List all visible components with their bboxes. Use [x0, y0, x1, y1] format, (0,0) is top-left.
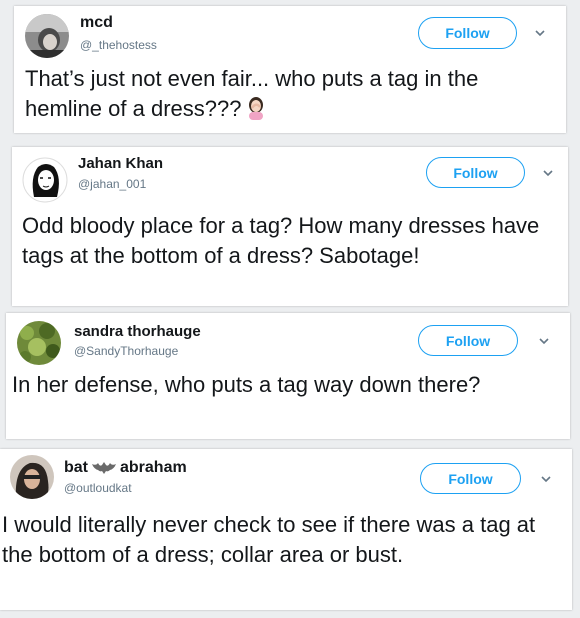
chevron-down-icon[interactable] [542, 167, 554, 179]
tweet-text: Odd bloody place for a tag? How many dre… [22, 213, 540, 268]
tweet-card: mcd @_thehostess Follow That’s just not … [14, 6, 566, 133]
user-handle[interactable]: @SandyThorhauge [74, 344, 178, 358]
user-name[interactable]: mcd [80, 14, 113, 32]
tweet-text: That’s just not even fair... who puts a … [25, 64, 545, 128]
avatar[interactable] [22, 157, 68, 203]
follow-button[interactable]: Follow [426, 157, 525, 188]
user-handle[interactable]: @_thehostess [80, 38, 157, 52]
user-name-first: bat [64, 459, 88, 476]
chevron-down-icon[interactable] [538, 335, 550, 347]
user-handle[interactable]: @jahan_001 [78, 177, 146, 191]
tweet-card: bat abraham @outloudkat Follow I would l… [0, 449, 572, 610]
user-handle[interactable]: @outloudkat [64, 481, 132, 495]
tweet-text: I would literally never check to see if … [2, 512, 536, 567]
user-name[interactable]: Jahan Khan [78, 155, 163, 172]
follow-button[interactable]: Follow [418, 17, 517, 49]
tweet-text: In her defense, who puts a tag way down … [12, 372, 481, 397]
bat-icon [92, 462, 116, 474]
user-name[interactable]: sandra thorhauge [74, 323, 201, 340]
follow-button[interactable]: Follow [418, 325, 518, 356]
chevron-down-icon[interactable] [540, 473, 552, 485]
user-name[interactable]: bat abraham [64, 459, 187, 477]
tweet-card: sandra thorhauge @SandyThorhauge Follow … [6, 313, 570, 439]
tweet-card: Jahan Khan @jahan_001 Follow Odd bloody … [12, 147, 568, 306]
avatar[interactable] [10, 455, 54, 499]
avatar[interactable] [25, 14, 69, 58]
follow-button[interactable]: Follow [420, 463, 521, 494]
chevron-down-icon[interactable] [534, 27, 546, 39]
user-name-last: abraham [120, 459, 187, 476]
person-facepalming-emoji [245, 96, 267, 128]
avatar[interactable] [17, 321, 61, 365]
